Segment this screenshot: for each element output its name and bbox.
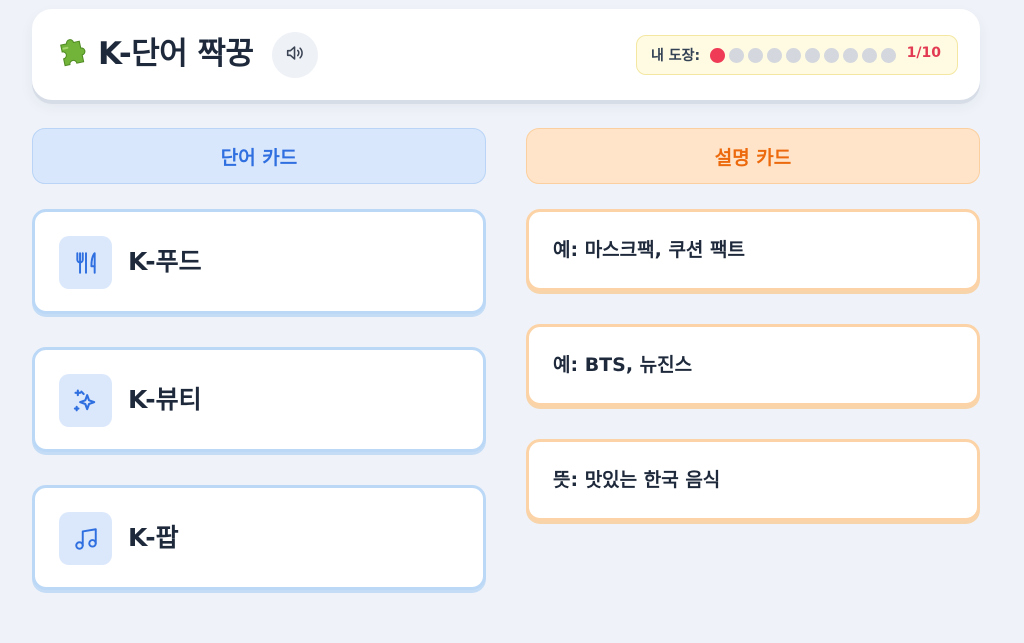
music-note-icon: [59, 512, 112, 565]
description-card-kpop-example[interactable]: 예: BTS, 뉴진스: [526, 324, 980, 406]
description-card-label: 예: 마스크팩, 쿠션 팩트: [553, 239, 745, 261]
app-header: K-단어 짝꿍 내 도장: 1/10: [32, 9, 980, 100]
word-card-k-pop[interactable]: K-팝: [32, 485, 486, 590]
puzzle-icon: [54, 37, 90, 73]
stamp-dots: [710, 47, 897, 63]
app-title: K-단어 짝꿍: [98, 36, 254, 72]
word-card-label: K-뷰티: [128, 385, 202, 414]
word-card-label: K-팝: [128, 523, 179, 552]
stamp-dot-empty: [805, 47, 821, 63]
word-card-k-beauty[interactable]: K-뷰티: [32, 347, 486, 452]
stamp-dot-empty: [881, 47, 897, 63]
stamp-count: 1/10: [906, 45, 941, 61]
stamp-dot-empty: [748, 47, 764, 63]
description-card-label: 뜻: 맛있는 한국 음식: [553, 469, 721, 491]
stamp-dot-empty: [862, 47, 878, 63]
description-card-beauty-example[interactable]: 예: 마스크팩, 쿠션 팩트: [526, 209, 980, 291]
stamp-label: 내 도장:: [651, 48, 701, 64]
stamp-dot-empty: [786, 47, 802, 63]
stamp-dot-empty: [767, 47, 783, 63]
stamp-dot-empty: [729, 47, 745, 63]
stamp-dot-empty: [824, 47, 840, 63]
stamp-progress: 내 도장: 1/10: [636, 35, 958, 75]
speaker-icon: [284, 42, 306, 68]
description-card-food-meaning[interactable]: 뜻: 맛있는 한국 음식: [526, 439, 980, 521]
description-card-label: 예: BTS, 뉴진스: [553, 354, 693, 376]
description-cards-header: 설명 카드: [526, 128, 980, 184]
fork-knife-icon: [59, 236, 112, 289]
word-card-label: K-푸드: [128, 247, 202, 276]
sparkle-icon: [59, 374, 112, 427]
word-cards-header: 단어 카드: [32, 128, 486, 184]
sound-button[interactable]: [272, 32, 318, 78]
stamp-dot-empty: [843, 47, 859, 63]
stamp-dot-filled: [710, 47, 726, 63]
word-card-k-food[interactable]: K-푸드: [32, 209, 486, 314]
